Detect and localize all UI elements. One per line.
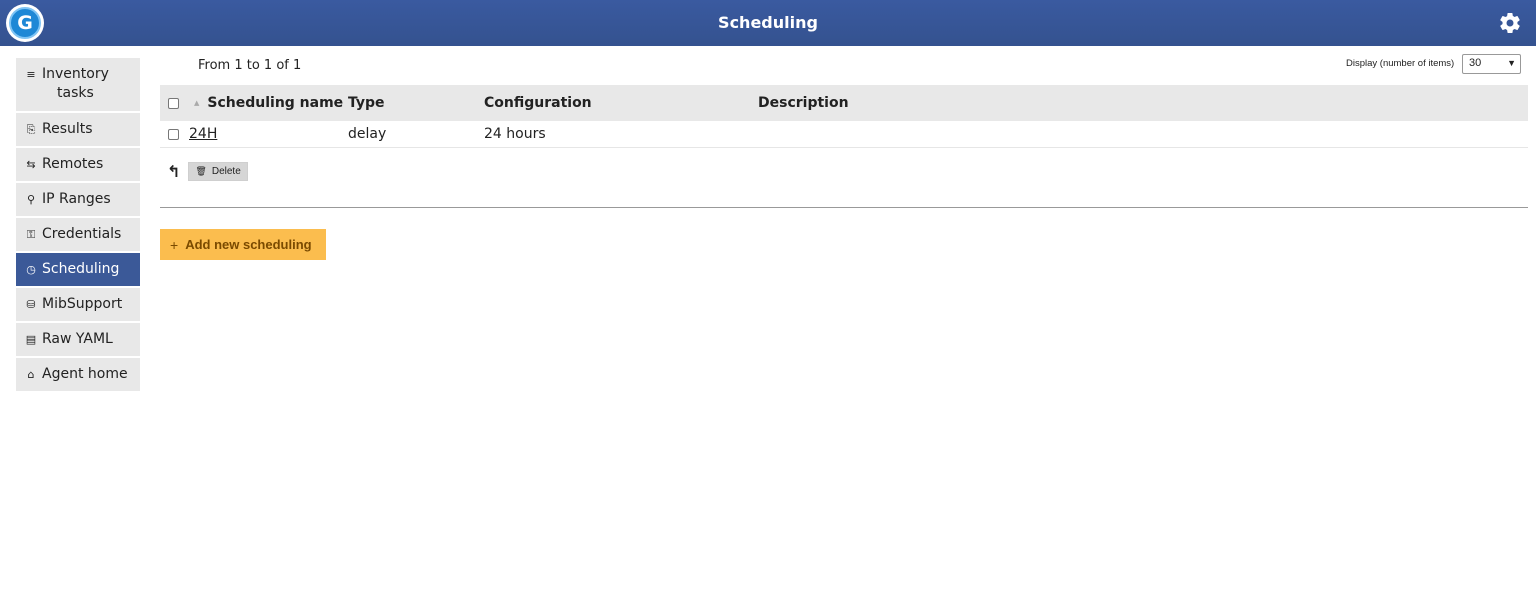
- scheduling-table: ▲ Scheduling name Type Configuration Desc…: [160, 85, 1528, 148]
- bulk-actions: ↰ 🗑 Delete: [167, 162, 248, 181]
- row-checkbox[interactable]: [168, 128, 179, 140]
- trash-icon: 🗑: [195, 166, 207, 176]
- sort-icon[interactable]: ▲: [194, 99, 199, 107]
- delete-label: Delete: [211, 166, 241, 177]
- sidebar-item-label: Agent home: [42, 366, 128, 382]
- page-title: Scheduling: [718, 13, 818, 32]
- column-header-configuration[interactable]: Configuration: [484, 85, 758, 121]
- cell-description: [758, 121, 1528, 148]
- chevron-down-icon: ▼: [1507, 58, 1516, 68]
- sidebar-item-label: Results: [42, 121, 93, 137]
- delete-button[interactable]: 🗑 Delete: [188, 162, 248, 181]
- table-row: 24H delay 24 hours: [160, 121, 1528, 148]
- database-icon: ⛁: [26, 298, 36, 311]
- sidebar-item-credentials[interactable]: ⚿ Credentials: [16, 218, 140, 251]
- display-count-label: Display (number of items): [1346, 58, 1455, 69]
- column-header-name[interactable]: ▲ Scheduling name: [186, 85, 346, 121]
- sidebar: ≡ Inventory tasks ⎘ Results ⇆ Remotes ⚲ I…: [16, 58, 140, 393]
- pagination-summary: From 1 to 1 of 1: [198, 58, 302, 73]
- sidebar-item-ip-ranges[interactable]: ⚲ IP Ranges: [16, 183, 140, 216]
- column-header-type[interactable]: Type: [346, 85, 484, 121]
- top-bar: G Scheduling: [0, 0, 1536, 46]
- sidebar-item-label: Remotes: [42, 156, 104, 172]
- sidebar-item-label: Raw YAML: [42, 331, 113, 347]
- sidebar-item-label: Inventory tasks: [42, 66, 109, 101]
- divider: [160, 207, 1528, 208]
- add-scheduling-label: Add new scheduling: [185, 237, 312, 252]
- plus-icon: +: [170, 236, 179, 253]
- key-icon: ⚿: [26, 228, 36, 241]
- sidebar-item-label: Credentials: [42, 226, 122, 242]
- sidebar-item-agent-home[interactable]: ⌂ Agent home: [16, 358, 140, 391]
- list-icon: ≡: [26, 68, 36, 81]
- scheduling-name-link[interactable]: 24H: [189, 126, 217, 142]
- cell-type: delay: [346, 121, 484, 148]
- sidebar-item-remotes[interactable]: ⇆ Remotes: [16, 148, 140, 181]
- gear-icon[interactable]: [1498, 11, 1522, 35]
- file-icon: ▤: [25, 333, 37, 346]
- home-icon: ⌂: [27, 368, 35, 381]
- results-icon: ⎘: [26, 123, 36, 136]
- cell-configuration: 24 hours: [484, 121, 758, 148]
- remotes-icon: ⇆: [26, 158, 36, 171]
- add-scheduling-button[interactable]: + Add new scheduling: [160, 229, 326, 260]
- table-header-row: ▲ Scheduling name Type Configuration Desc…: [160, 85, 1528, 121]
- arrow-up-icon: ↰: [167, 162, 181, 181]
- clock-icon: ◷: [26, 263, 36, 276]
- sidebar-item-mibsupport[interactable]: ⛁ MibSupport: [16, 288, 140, 321]
- network-icon: ⚲: [26, 193, 36, 206]
- sidebar-item-label: IP Ranges: [42, 191, 111, 207]
- display-count-value: 30: [1469, 57, 1482, 69]
- sidebar-item-raw-yaml[interactable]: ▤ Raw YAML: [16, 323, 140, 356]
- sidebar-item-scheduling[interactable]: ◷ Scheduling: [16, 253, 140, 286]
- sidebar-item-label: MibSupport: [42, 296, 123, 312]
- display-count-select[interactable]: 30 ▼: [1462, 54, 1521, 74]
- sidebar-item-inventory-tasks[interactable]: ≡ Inventory tasks: [16, 58, 140, 111]
- column-header-description[interactable]: Description: [758, 85, 1528, 121]
- sidebar-item-results[interactable]: ⎘ Results: [16, 113, 140, 146]
- select-all-checkbox[interactable]: [168, 97, 179, 109]
- sidebar-item-label: Scheduling: [42, 261, 120, 277]
